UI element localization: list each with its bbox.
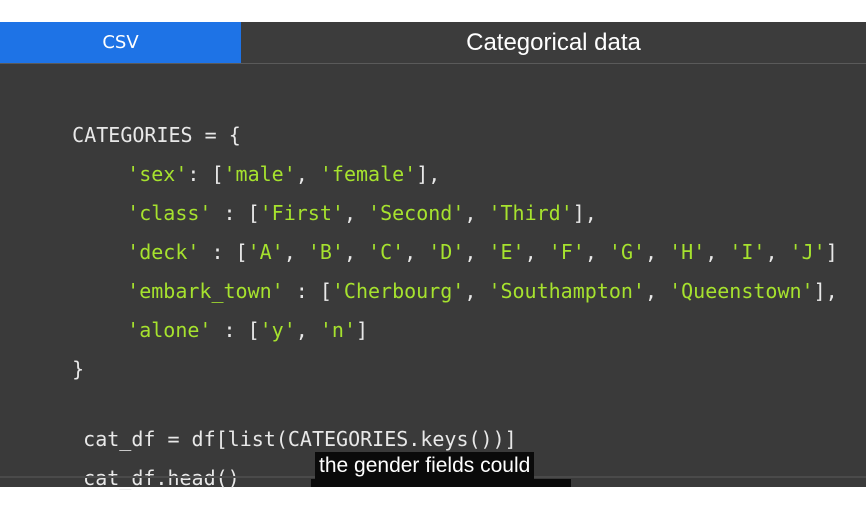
code-line-alone: 'alone' : ['y', 'n'] [127, 318, 369, 342]
code-line-deck: 'deck' : ['A', 'B', 'C', 'D', 'E', 'F', … [127, 240, 838, 264]
tab-bar: CSV Categorical data [0, 22, 866, 63]
code-block: CATEGORIES = { 'sex': ['male', 'female']… [0, 64, 866, 490]
code-line-1: CATEGORIES = { [72, 123, 241, 147]
code-line-cat-df: cat_df = df[list(CATEGORIES.keys())] [83, 427, 517, 451]
subtitle-caption-next-line [311, 479, 571, 487]
code-line-embark-town: 'embark_town' : ['Cherbourg', 'Southampt… [127, 279, 838, 303]
code-line-sex: 'sex': ['male', 'female'], [127, 162, 441, 186]
subtitle-caption: the gender fields could [315, 452, 535, 480]
code-line-class: 'class' : ['First', 'Second', 'Third'], [127, 201, 597, 225]
slide-title: Categorical data [466, 28, 641, 56]
top-margin [0, 0, 866, 22]
code-line-close-brace: } [72, 357, 85, 381]
tab-csv[interactable]: CSV [0, 22, 241, 63]
code-line-head: cat_df.head() [83, 466, 240, 490]
